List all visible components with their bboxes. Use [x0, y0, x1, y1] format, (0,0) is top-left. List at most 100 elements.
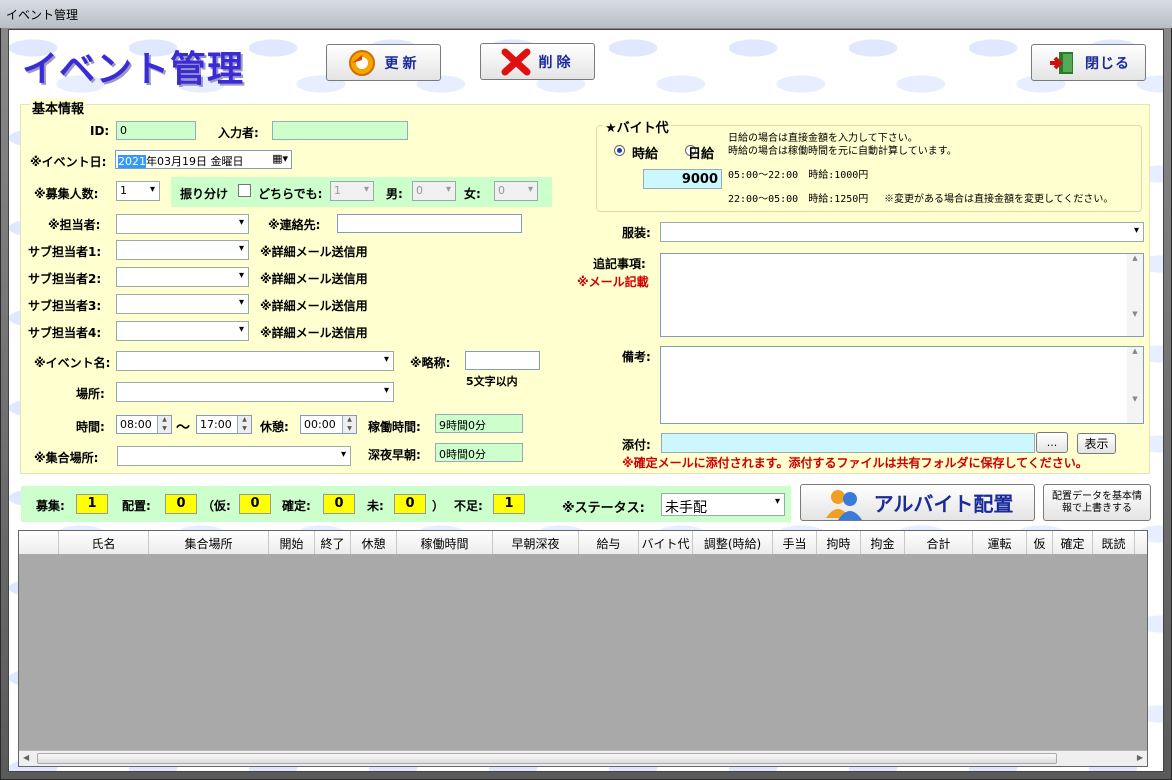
- entered-by-field[interactable]: [272, 121, 408, 140]
- col-bound-time[interactable]: 拘時: [817, 531, 861, 554]
- col-start[interactable]: 開始: [269, 531, 315, 554]
- sub-staff-4-label: サブ担当者4:: [28, 326, 102, 340]
- work-time-field: 9時間0分: [435, 414, 523, 433]
- staff-label: ※担当者:: [48, 218, 101, 232]
- grid-row-header-cell: [19, 531, 59, 554]
- sub-staff-2-select[interactable]: [116, 267, 249, 287]
- time-start-spin-icon[interactable]: ▲ ▼: [157, 416, 171, 433]
- show-button[interactable]: 表示: [1077, 433, 1116, 454]
- recruit-count-label: ※募集人数:: [34, 187, 99, 201]
- refresh-button[interactable]: 更新: [326, 44, 441, 81]
- dress-label: 服装:: [622, 226, 651, 240]
- delete-button[interactable]: 削除: [480, 43, 595, 80]
- col-adjust[interactable]: 調整(時給): [693, 531, 773, 554]
- recruit-count-select[interactable]: 1: [116, 181, 160, 201]
- shortage-value: 1: [493, 494, 525, 514]
- grid-horizontal-scrollbar[interactable]: ◀ ▶: [19, 750, 1147, 766]
- col-bound-money[interactable]: 拘金: [861, 531, 905, 554]
- remarks-textarea[interactable]: ▲ ▼: [660, 346, 1144, 424]
- split-label: 振り分け: [180, 187, 229, 201]
- attach-field[interactable]: [661, 433, 1035, 453]
- col-temp[interactable]: 仮: [1027, 531, 1053, 554]
- col-end[interactable]: 終了: [315, 531, 351, 554]
- close-button[interactable]: 閉じる: [1031, 44, 1146, 81]
- col-name[interactable]: 氏名: [59, 531, 149, 554]
- sub-staff-1-note: ※詳細メール送信用: [260, 245, 368, 259]
- time-start-value: 08:00: [120, 418, 152, 431]
- browse-button[interactable]: ...: [1036, 432, 1068, 453]
- temp-value: 0: [239, 494, 271, 514]
- break-label: 休憩:: [260, 420, 289, 434]
- col-work-time[interactable]: 稼働時間: [397, 531, 493, 554]
- recruit-count-status-value: 1: [76, 494, 108, 514]
- col-total[interactable]: 合計: [905, 531, 973, 554]
- female-select[interactable]: 0: [494, 181, 538, 201]
- scroll-right-icon[interactable]: ▶: [1137, 753, 1143, 762]
- col-salary[interactable]: 給与: [579, 531, 639, 554]
- pay-amount-field[interactable]: 9000: [643, 169, 722, 189]
- sub-staff-4-select[interactable]: [116, 321, 249, 341]
- exit-door-icon: [1050, 51, 1073, 74]
- sub-staff-3-label: サブ担当者3:: [28, 299, 102, 313]
- time-end-field[interactable]: 17:00 ▲ ▼: [196, 415, 252, 434]
- abbr-note: 5文字以内: [466, 375, 518, 388]
- id-label: ID:: [90, 124, 110, 138]
- attach-label: 添付:: [622, 438, 651, 452]
- break-spin-icon[interactable]: ▲ ▼: [342, 416, 356, 433]
- assign-value: 0: [165, 494, 197, 514]
- extra-scrollbar[interactable]: ▲ ▼: [1127, 254, 1143, 336]
- extra-textarea[interactable]: ▲ ▼: [660, 253, 1144, 337]
- event-name-select[interactable]: [116, 351, 394, 371]
- refresh-icon: [348, 49, 375, 76]
- calendar-icon[interactable]: ▦▾: [272, 152, 288, 165]
- col-break[interactable]: 休憩: [351, 531, 397, 554]
- pay-group-label: ★バイト代: [603, 117, 671, 136]
- time-start-field[interactable]: 08:00 ▲ ▼: [116, 415, 172, 434]
- event-date-rest: 年03月19日 金曜日: [146, 155, 244, 168]
- event-name-label: ※イベント名:: [34, 356, 111, 370]
- break-field[interactable]: 00:00 ▲ ▼: [300, 415, 357, 434]
- col-confirmed[interactable]: 確定: [1053, 531, 1093, 554]
- sub-staff-3-select[interactable]: [116, 294, 249, 314]
- remarks-scrollbar[interactable]: ▲ ▼: [1127, 347, 1143, 423]
- staff-select[interactable]: [116, 214, 249, 234]
- app-title: イベント管理: [22, 49, 245, 90]
- abbr-field[interactable]: [465, 351, 540, 370]
- place-select[interactable]: [116, 382, 394, 402]
- grid-scroll-thumb[interactable]: [37, 753, 1057, 764]
- window-title: イベント管理: [0, 0, 1172, 28]
- col-pay[interactable]: バイト代: [639, 531, 693, 554]
- female-label: 女:: [464, 187, 481, 201]
- work-time-label: 稼働時間:: [368, 420, 421, 434]
- scroll-left-icon[interactable]: ◀: [23, 753, 29, 762]
- pay-rate-1: 05:00～22:00 時給:1000円: [728, 170, 869, 181]
- hourly-radio[interactable]: [614, 145, 625, 156]
- assignment-grid[interactable]: 氏名 集合場所 開始 終了 休憩 稼働時間 早朝深夜 給与 バイト代 調整(時給…: [18, 530, 1148, 767]
- id-field[interactable]: 0: [116, 121, 196, 140]
- dress-select[interactable]: [660, 222, 1144, 242]
- pay-rate-2: 22:00～05:00 時給:1250円: [728, 194, 869, 205]
- delete-x-icon: [501, 48, 530, 75]
- event-date-picker[interactable]: 2021年03月19日 金曜日 ▦▾: [115, 150, 292, 169]
- col-late-night[interactable]: 早朝深夜: [493, 531, 579, 554]
- contact-field[interactable]: [337, 214, 522, 233]
- sub-staff-1-select[interactable]: [116, 240, 249, 260]
- status-label: ※ステータス:: [562, 501, 645, 516]
- status-select[interactable]: 未手配: [661, 493, 785, 516]
- sub-staff-4-note: ※詳細メール送信用: [260, 326, 368, 340]
- overwrite-button[interactable]: 配置データを基本情報で上書きする: [1043, 484, 1151, 521]
- either-select[interactable]: 1: [330, 181, 374, 201]
- pay-rate-note: ※変更がある場合は直接金額を変更してください。: [884, 194, 1114, 205]
- pay-note-2: 時給の場合は稼働時間を元に自動計算しています。: [728, 146, 957, 157]
- col-driving[interactable]: 運転: [973, 531, 1027, 554]
- sub-staff-1-label: サブ担当者1:: [28, 245, 102, 259]
- meet-place-select[interactable]: [117, 446, 351, 466]
- time-end-spin-icon[interactable]: ▲ ▼: [237, 416, 251, 433]
- col-allowance[interactable]: 手当: [773, 531, 817, 554]
- col-meet-place[interactable]: 集合場所: [149, 531, 269, 554]
- split-checkbox[interactable]: [238, 184, 251, 197]
- confirmed-value: 0: [323, 494, 355, 514]
- male-select[interactable]: 0: [412, 181, 456, 201]
- col-read[interactable]: 既読: [1093, 531, 1135, 554]
- assign-staff-button[interactable]: アルバイト配置: [800, 484, 1035, 521]
